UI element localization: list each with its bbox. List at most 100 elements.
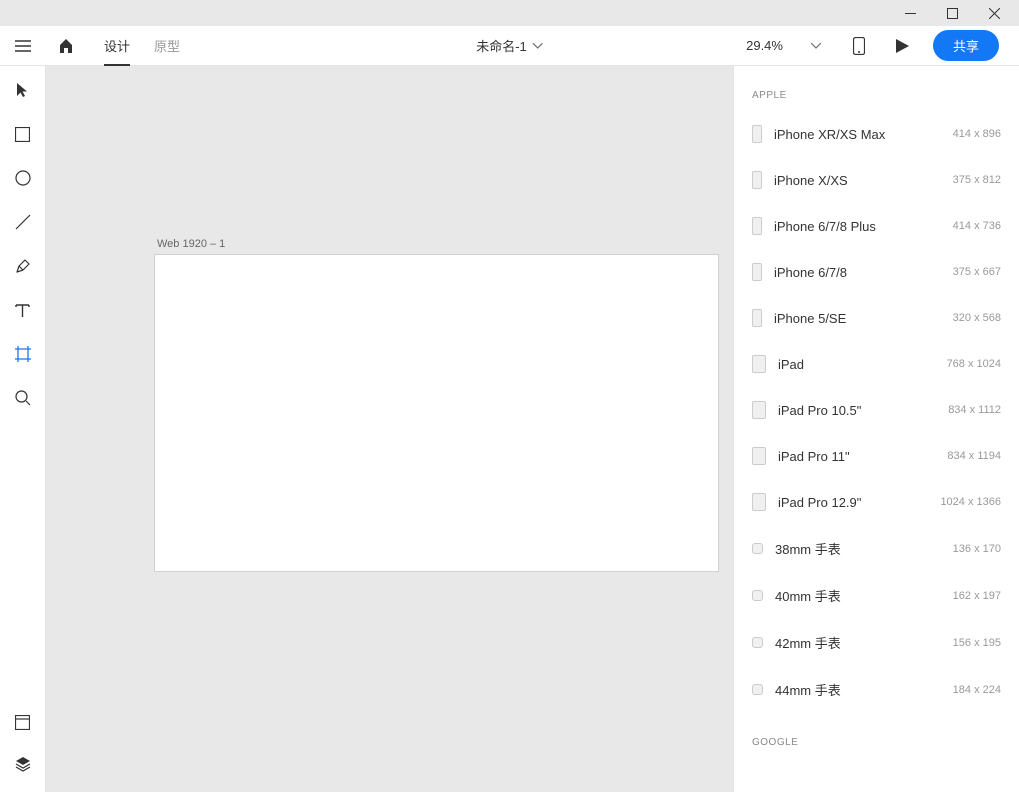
device-thumb-icon: [752, 493, 766, 511]
line-tool[interactable]: [13, 212, 33, 232]
mobile-icon: [853, 37, 865, 55]
device-preview-button[interactable]: [837, 37, 881, 55]
window-close-button[interactable]: [973, 0, 1015, 26]
device-preset-name: iPhone 6/7/8 Plus: [774, 219, 953, 234]
device-preset-row[interactable]: iPhone X/XS375 x 812: [734, 157, 1019, 203]
home-button[interactable]: [46, 38, 86, 54]
top-toolbar: 设计 原型 未命名-1 29.4% 共享: [0, 26, 1019, 66]
pen-icon: [15, 258, 31, 274]
main-menu-button[interactable]: [0, 40, 46, 52]
device-preset-dimensions: 375 x 667: [953, 266, 1001, 278]
play-icon: [896, 39, 909, 53]
device-preset-name: iPhone X/XS: [774, 173, 953, 188]
device-preset-dimensions: 320 x 568: [953, 312, 1001, 324]
panel-section-header: APPLE: [734, 66, 1019, 111]
pointer-icon: [16, 82, 30, 98]
device-preset-row[interactable]: iPhone 6/7/8 Plus414 x 736: [734, 203, 1019, 249]
device-preset-row[interactable]: 38mm 手表136 x 170: [734, 525, 1019, 572]
device-thumb-icon: [752, 637, 763, 648]
left-toolbar: [0, 66, 46, 792]
tab-design[interactable]: 设计: [92, 26, 142, 66]
device-preset-dimensions: 1024 x 1366: [940, 496, 1001, 508]
home-icon: [58, 38, 74, 54]
device-thumb-icon: [752, 217, 762, 235]
pen-tool[interactable]: [13, 256, 33, 276]
ellipse-tool[interactable]: [13, 168, 33, 188]
text-icon: [15, 303, 30, 318]
device-preset-dimensions: 768 x 1024: [947, 358, 1001, 370]
assets-panel-button[interactable]: [13, 712, 33, 732]
device-preset-dimensions: 414 x 736: [953, 220, 1001, 232]
hamburger-icon: [15, 40, 31, 52]
device-preset-name: 38mm 手表: [775, 539, 953, 558]
device-preset-name: 40mm 手表: [775, 586, 953, 605]
window-minimize-button[interactable]: [889, 0, 931, 26]
device-preset-dimensions: 834 x 1112: [948, 404, 1001, 416]
device-thumb-icon: [752, 125, 762, 143]
assets-icon: [15, 715, 30, 730]
select-tool[interactable]: [13, 80, 33, 100]
artboard-tool[interactable]: [13, 344, 33, 364]
chevron-down-icon: [533, 43, 543, 49]
zoom-tool[interactable]: [13, 388, 33, 408]
artboard[interactable]: [154, 254, 719, 572]
device-preset-dimensions: 162 x 197: [953, 590, 1001, 602]
artboard-icon: [15, 346, 31, 362]
panel-section-header: GOOGLE: [734, 713, 1019, 758]
device-preset-row[interactable]: iPad Pro 10.5"834 x 1112: [734, 387, 1019, 433]
device-thumb-icon: [752, 447, 766, 465]
device-preset-name: iPhone 5/SE: [774, 311, 953, 326]
zoom-dropdown[interactable]: 29.4%: [746, 38, 837, 53]
device-preset-row[interactable]: iPad Pro 12.9"1024 x 1366: [734, 479, 1019, 525]
device-thumb-icon: [752, 309, 762, 327]
device-preset-name: 42mm 手表: [775, 633, 953, 652]
device-preset-row[interactable]: iPad768 x 1024: [734, 341, 1019, 387]
window-titlebar: [0, 0, 1019, 26]
chevron-down-icon: [811, 43, 821, 49]
device-preset-row[interactable]: 40mm 手表162 x 197: [734, 572, 1019, 619]
device-preset-dimensions: 156 x 195: [953, 637, 1001, 649]
window-maximize-button[interactable]: [931, 0, 973, 26]
tab-prototype[interactable]: 原型: [142, 26, 192, 66]
device-preset-name: iPhone 6/7/8: [774, 265, 953, 280]
text-tool[interactable]: [13, 300, 33, 320]
document-title: 未命名-1: [476, 36, 527, 55]
device-preset-name: iPad Pro 12.9": [778, 495, 940, 510]
layers-icon: [15, 756, 31, 772]
device-preset-dimensions: 834 x 1194: [947, 450, 1001, 462]
mode-tabs: 设计 原型: [92, 26, 192, 66]
layers-panel-button[interactable]: [13, 754, 33, 774]
device-thumb-icon: [752, 590, 763, 601]
device-thumb-icon: [752, 401, 766, 419]
device-preset-row[interactable]: iPad Pro 11"834 x 1194: [734, 433, 1019, 479]
device-thumb-icon: [752, 684, 763, 695]
device-preset-name: iPad: [778, 357, 947, 372]
circle-icon: [15, 170, 31, 186]
device-preset-row[interactable]: iPhone XR/XS Max414 x 896: [734, 111, 1019, 157]
artboard-label[interactable]: Web 1920 – 1: [157, 238, 225, 250]
canvas[interactable]: Web 1920 – 1: [46, 66, 733, 792]
workspace: Web 1920 – 1 APPLEiPhone XR/XS Max414 x …: [0, 66, 1019, 792]
device-preset-dimensions: 375 x 812: [953, 174, 1001, 186]
square-icon: [15, 127, 30, 142]
device-preset-name: iPhone XR/XS Max: [774, 127, 953, 142]
line-icon: [15, 214, 31, 230]
device-preset-row[interactable]: iPhone 6/7/8375 x 667: [734, 249, 1019, 295]
device-thumb-icon: [752, 543, 763, 554]
device-preset-row[interactable]: 42mm 手表156 x 195: [734, 619, 1019, 666]
device-preset-row[interactable]: 44mm 手表184 x 224: [734, 666, 1019, 713]
device-preset-name: 44mm 手表: [775, 680, 953, 699]
device-preset-row[interactable]: iPhone 5/SE320 x 568: [734, 295, 1019, 341]
device-thumb-icon: [752, 263, 762, 281]
device-preset-dimensions: 136 x 170: [953, 543, 1001, 555]
device-thumb-icon: [752, 355, 766, 373]
artboard-presets-panel: APPLEiPhone XR/XS Max414 x 896iPhone X/X…: [733, 66, 1019, 792]
search-icon: [15, 390, 31, 406]
device-thumb-icon: [752, 171, 762, 189]
play-button[interactable]: [881, 39, 925, 53]
rectangle-tool[interactable]: [13, 124, 33, 144]
share-button[interactable]: 共享: [933, 30, 999, 61]
device-preset-dimensions: 414 x 896: [953, 128, 1001, 140]
document-title-dropdown[interactable]: 未命名-1: [476, 36, 543, 55]
zoom-value: 29.4%: [746, 38, 783, 53]
